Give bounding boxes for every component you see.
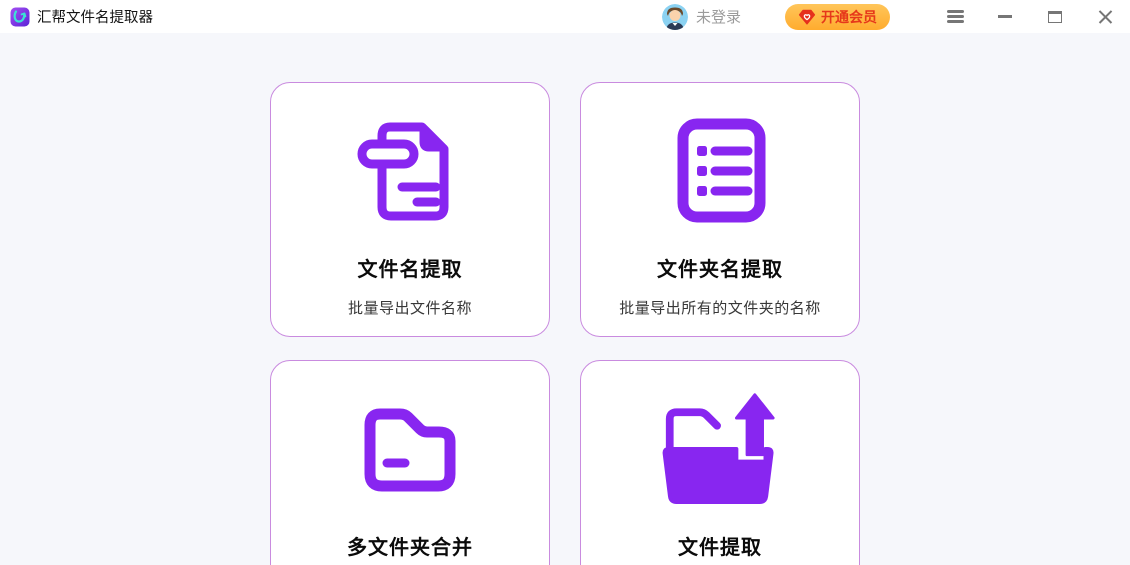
card-title: 多文件夹合并 <box>271 531 549 560</box>
card-foldername-extract[interactable]: 文件夹名提取 批量导出所有的文件夹的名称 <box>580 82 860 337</box>
card-subtitle: 批量导出文件名称 <box>271 297 549 318</box>
window-controls <box>916 4 1116 30</box>
app-identity: 汇帮文件名提取器 <box>10 6 153 27</box>
maximize-button[interactable] <box>1044 4 1066 30</box>
menu-button[interactable] <box>944 4 966 30</box>
menu-icon <box>947 10 964 23</box>
card-title: 文件名提取 <box>271 253 549 282</box>
close-button[interactable] <box>1094 4 1116 30</box>
card-subtitle: 批量导出所有的文件夹的名称 <box>581 297 859 318</box>
list-document-icon <box>660 111 780 231</box>
vip-diamond-icon <box>798 8 816 26</box>
vip-button-label: 开通会员 <box>821 7 877 27</box>
user-avatar[interactable] <box>662 4 688 30</box>
card-file-extract[interactable]: 文件提取 <box>580 360 860 565</box>
document-tag-icon <box>350 111 470 231</box>
folder-outline-icon <box>350 389 470 509</box>
main-area: 文件名提取 批量导出文件名称 文件夹名提取 批量导出所有的文件夹的名称 <box>0 33 1130 565</box>
login-status[interactable]: 未登录 <box>696 6 741 27</box>
titlebar-right: 未登录 开通会员 <box>662 4 1116 30</box>
titlebar: 汇帮文件名提取器 未登录 开通会员 <box>0 0 1130 33</box>
close-icon <box>1098 9 1113 24</box>
card-title: 文件提取 <box>581 531 859 560</box>
card-filename-extract[interactable]: 文件名提取 批量导出文件名称 <box>270 82 550 337</box>
card-title: 文件夹名提取 <box>581 253 859 282</box>
card-multi-folder-merge[interactable]: 多文件夹合并 <box>270 360 550 565</box>
folder-upload-icon <box>660 389 780 509</box>
minimize-icon <box>998 15 1012 17</box>
minimize-button[interactable] <box>994 4 1016 30</box>
vip-button[interactable]: 开通会员 <box>785 4 890 30</box>
app-title: 汇帮文件名提取器 <box>37 6 153 27</box>
app-logo-icon <box>10 7 30 27</box>
maximize-icon <box>1048 11 1062 23</box>
feature-card-grid: 文件名提取 批量导出文件名称 文件夹名提取 批量导出所有的文件夹的名称 <box>270 82 860 565</box>
